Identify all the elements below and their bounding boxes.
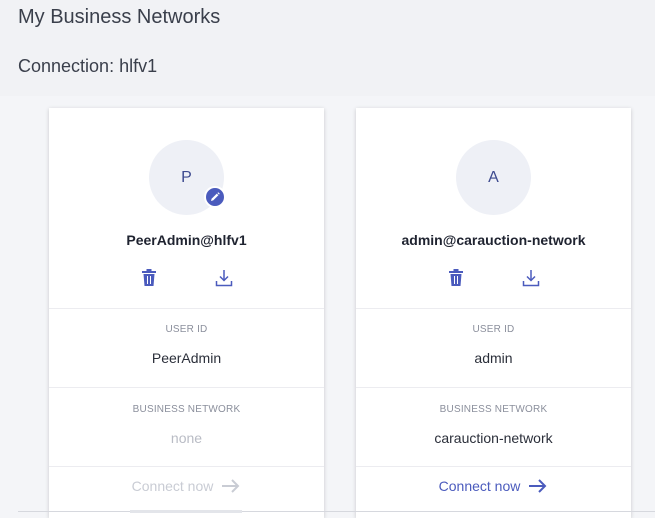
- user-id-value: PeerAdmin: [151, 350, 222, 366]
- card-actions: [356, 266, 631, 290]
- arrow-right-icon: [222, 479, 240, 493]
- divider: [49, 466, 324, 467]
- business-network-value: carauction-network: [434, 430, 553, 446]
- arrow-right-icon: [529, 479, 547, 493]
- user-id-label: USER ID: [472, 324, 515, 335]
- divider: [356, 308, 631, 309]
- business-network-value: none: [170, 430, 203, 446]
- connect-now-label: Connect now: [438, 478, 521, 494]
- divider: [49, 387, 324, 388]
- identity-card: A admin@carauction-network USER ID admin…: [356, 108, 631, 518]
- trash-icon[interactable]: [444, 266, 468, 290]
- connect-now-label: Connect now: [131, 478, 214, 494]
- avatar: A: [456, 140, 531, 215]
- avatar-letter: A: [488, 168, 499, 186]
- cards-area: P PeerAdmin@hlfv1 USER ID PeerAdmin BUSI…: [0, 96, 655, 518]
- identity-card: P PeerAdmin@hlfv1 USER ID PeerAdmin BUSI…: [49, 108, 324, 518]
- download-icon[interactable]: [212, 266, 236, 290]
- business-network-label: BUSINESS NETWORK: [132, 404, 241, 415]
- divider: [356, 466, 631, 467]
- pencil-icon[interactable]: [204, 186, 226, 208]
- connection-title: Connection: hlfv1: [18, 56, 158, 76]
- page-title: My Business Networks: [18, 6, 221, 28]
- card-name: PeerAdmin@hlfv1: [126, 232, 247, 248]
- user-id-value: admin: [474, 350, 513, 366]
- business-network-label: BUSINESS NETWORK: [439, 404, 548, 415]
- connect-now-button[interactable]: Connect now: [49, 478, 324, 494]
- download-icon[interactable]: [519, 266, 543, 290]
- trash-icon[interactable]: [137, 266, 161, 290]
- user-id-label: USER ID: [165, 324, 208, 335]
- scroll-indicator: [130, 510, 242, 513]
- divider: [356, 387, 631, 388]
- connect-now-button[interactable]: Connect now: [356, 478, 631, 494]
- divider: [49, 308, 324, 309]
- bottom-divider: [18, 511, 655, 512]
- card-name: admin@carauction-network: [401, 232, 586, 248]
- card-actions: [49, 266, 324, 290]
- avatar-letter: P: [181, 168, 192, 186]
